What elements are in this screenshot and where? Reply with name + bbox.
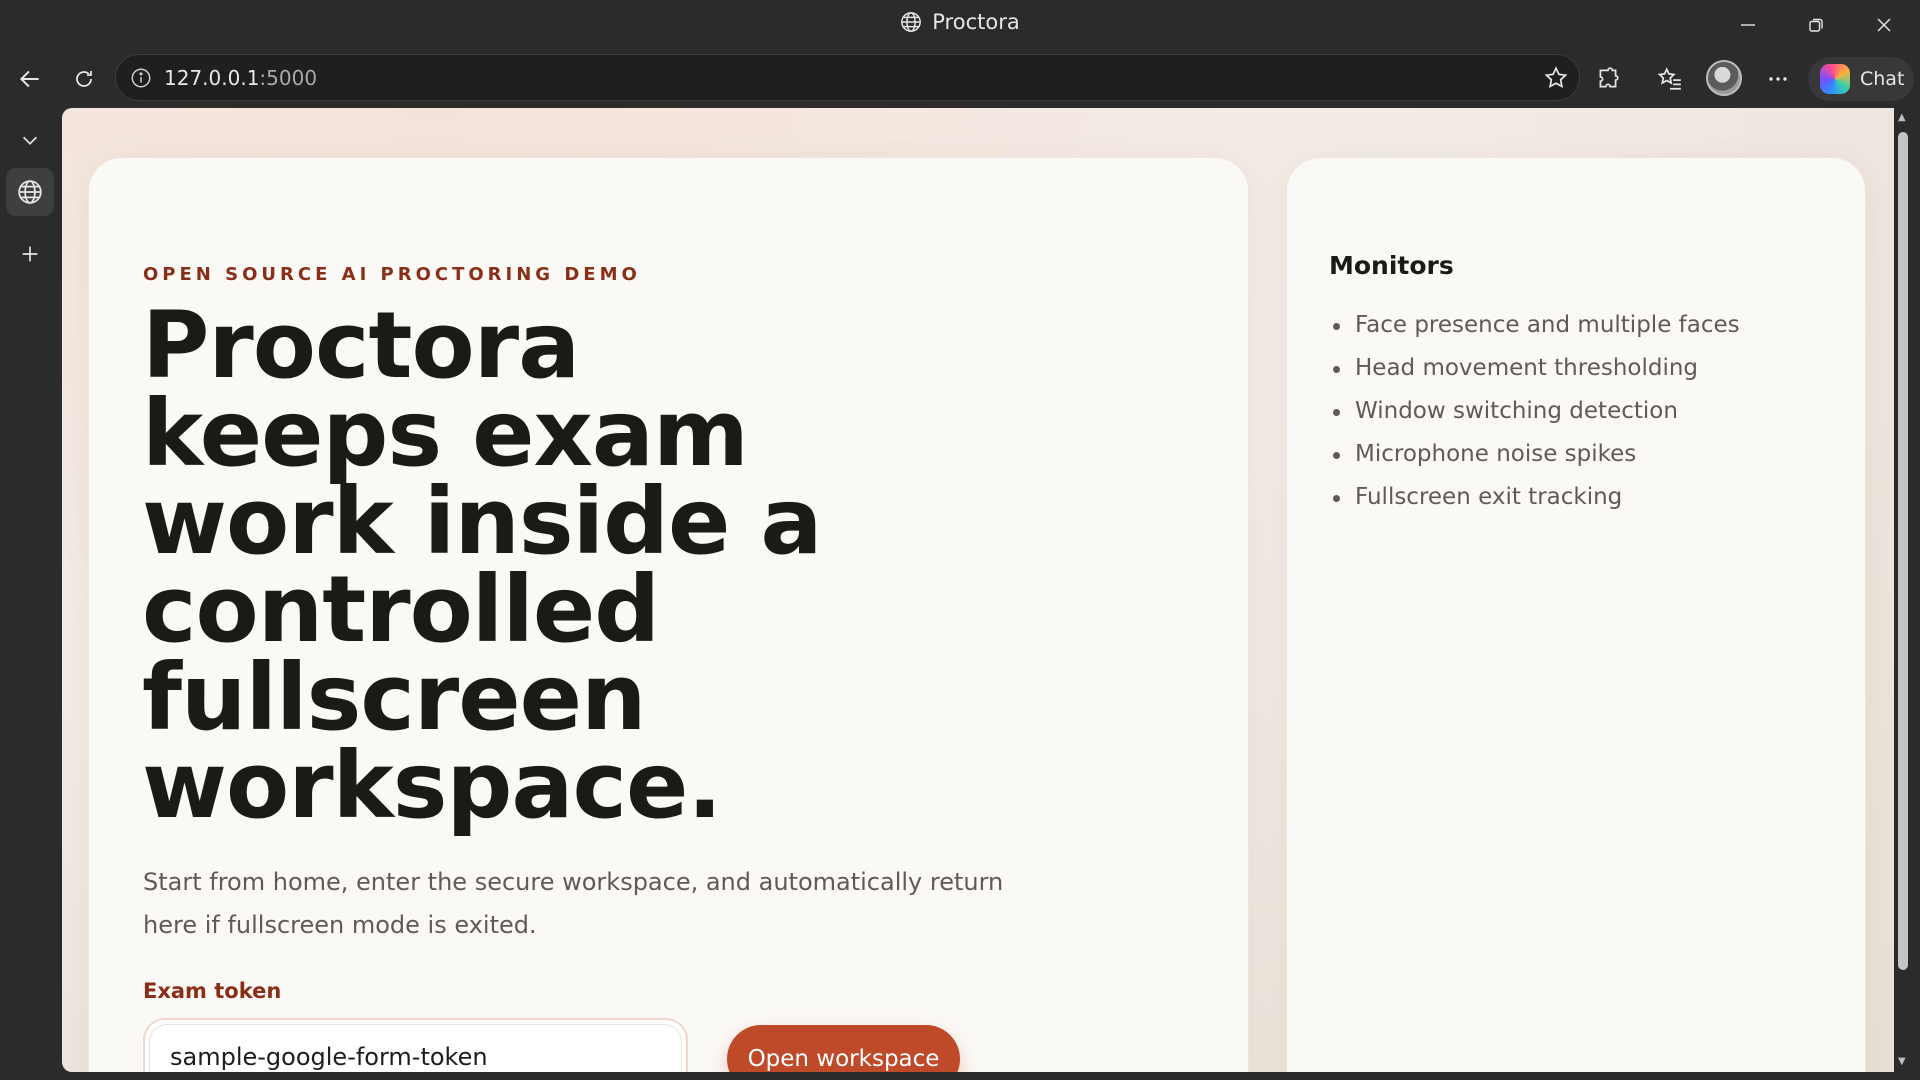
globe-icon	[18, 180, 42, 204]
lead-paragraph: Start from home, enter the secure worksp…	[143, 868, 1004, 939]
scroll-up-arrow-icon[interactable]: ▲	[1898, 112, 1906, 123]
restore-icon	[1809, 18, 1823, 32]
minimize-icon	[1741, 23, 1755, 26]
list-item: Microphone noise spikes	[1329, 433, 1740, 476]
copilot-chat-button[interactable]: Chat	[1808, 57, 1914, 101]
puzzle-icon	[1599, 67, 1619, 88]
list-item: Head movement thresholding	[1329, 347, 1740, 390]
window-title-text: Proctora	[932, 10, 1020, 34]
url-text[interactable]: 127.0.0.1:5000	[164, 66, 317, 90]
monitors-card: Monitors Face presence and multiple face…	[1286, 157, 1866, 1072]
monitors-list: Face presence and multiple faces Head mo…	[1329, 304, 1740, 519]
restore-button[interactable]	[1782, 0, 1850, 49]
page-headline: Proctora keeps exam work inside a contro…	[142, 292, 822, 839]
more-dots-icon	[1769, 77, 1787, 81]
back-button[interactable]	[12, 61, 48, 97]
chat-label: Chat	[1860, 68, 1905, 90]
vertical-tab-strip	[0, 108, 62, 1080]
minimize-button[interactable]	[1714, 0, 1782, 49]
scroll-down-arrow-icon[interactable]: ▼	[1898, 1056, 1906, 1067]
list-item: Fullscreen exit tracking	[1329, 476, 1740, 519]
chevron-down-icon	[22, 136, 38, 145]
open-workspace-button[interactable]: Open workspace	[727, 1025, 960, 1072]
copilot-icon	[1820, 64, 1850, 94]
tab-actions-menu-button[interactable]	[6, 116, 54, 164]
exam-token-field-wrapper	[143, 1018, 688, 1072]
title-bar: Proctora	[0, 0, 1920, 49]
address-bar[interactable]: 127.0.0.1:5000	[115, 54, 1580, 101]
list-item: Face presence and multiple faces	[1329, 304, 1740, 347]
scrollbar-thumb[interactable]	[1898, 132, 1908, 970]
page-scrollbar[interactable]: ▲ ▼	[1894, 108, 1912, 1072]
back-arrow-icon	[19, 70, 39, 88]
exam-token-label: Exam token	[143, 979, 282, 1003]
profile-avatar[interactable]	[1706, 60, 1742, 96]
reload-icon	[76, 71, 92, 87]
window-title: Proctora	[0, 10, 1920, 38]
list-item: Window switching detection	[1329, 390, 1740, 433]
url-host: 127.0.0.1	[164, 66, 260, 90]
favorite-star-icon[interactable]	[1543, 65, 1569, 95]
globe-icon	[900, 11, 922, 38]
tab-proctora[interactable]	[6, 168, 54, 216]
close-window-button[interactable]	[1850, 0, 1918, 49]
favorites-button[interactable]	[1652, 61, 1688, 97]
more-menu-button[interactable]	[1760, 61, 1796, 97]
new-tab-button[interactable]	[6, 230, 54, 278]
url-port: :5000	[259, 66, 318, 90]
exam-token-input[interactable]	[149, 1024, 682, 1072]
browser-toolbar: 127.0.0.1:5000 Chat	[0, 49, 1920, 108]
close-icon	[1877, 17, 1891, 32]
favorites-list-icon	[1657, 67, 1681, 90]
monitors-title: Monitors	[1329, 251, 1454, 280]
hero-card: OPEN SOURCE AI PROCTORING DEMO Proctora …	[88, 157, 1249, 1072]
page-viewport: OPEN SOURCE AI PROCTORING DEMO Proctora …	[62, 108, 1894, 1072]
reload-button[interactable]	[66, 61, 102, 97]
site-info-icon[interactable]	[130, 67, 152, 93]
plus-icon	[22, 246, 38, 262]
eyebrow-text: OPEN SOURCE AI PROCTORING DEMO	[143, 264, 641, 285]
extensions-button[interactable]	[1590, 61, 1626, 97]
